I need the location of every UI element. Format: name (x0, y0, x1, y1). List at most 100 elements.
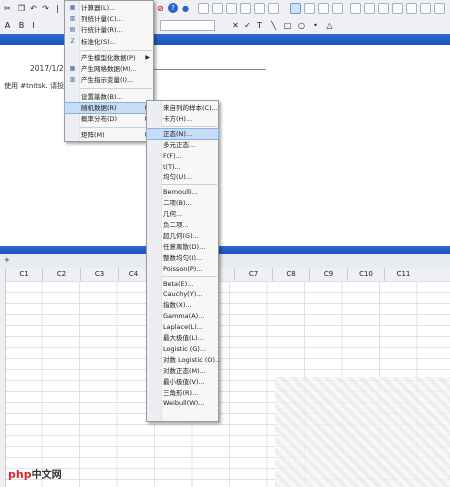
menu-item-label: Gamma(A)... (163, 312, 205, 321)
random-menu-item[interactable]: Weibull(W)... (147, 398, 218, 408)
session-date: 2017/1/2 (30, 64, 64, 73)
session-icon[interactable] (198, 3, 209, 14)
cut-icon[interactable]: ✂ (2, 3, 13, 14)
info-icon[interactable]: ● (180, 3, 191, 14)
italic-icon[interactable]: I (28, 20, 39, 31)
random-menu-item[interactable]: 几何... (147, 209, 218, 219)
watermark-suffix: 中文网 (31, 470, 62, 481)
random-menu-item[interactable]: Beta(E)... (147, 279, 218, 289)
menu-item-standardize[interactable]: Z 标准化(S)... (65, 37, 153, 47)
menu-item-label: 产生网格数据(M)... (81, 65, 137, 73)
layout-icon[interactable] (290, 3, 301, 14)
flag-icon[interactable] (406, 3, 417, 14)
random-menu-item[interactable]: 最大极值(L)... (147, 333, 218, 343)
menu-item-set-base[interactable]: 设置基数(B)... (65, 92, 153, 102)
random-menu-item[interactable]: 均匀(U)... (147, 172, 218, 182)
random-menu-item[interactable]: 对数正态(M)... (147, 366, 218, 376)
random-menu-item[interactable]: 整数均匀(I)... (147, 253, 218, 263)
menu-item-make-patterned-data[interactable]: 产生模型化数据(P) ▶ (65, 53, 153, 63)
menu-item-make-indicator[interactable]: ▥ 产生指示变量(I)... (65, 75, 153, 85)
menu-item-matrices[interactable]: 矩阵(M) ▶ (65, 130, 153, 140)
ellipse-tool-icon[interactable]: ○ (296, 20, 307, 31)
menu-item-label: Laplace(L)... (163, 323, 203, 332)
line-tool-icon[interactable]: ╲ (268, 20, 279, 31)
stop-icon[interactable]: ⊘ (155, 3, 166, 14)
rotate-icon[interactable] (378, 3, 389, 14)
random-menu-item[interactable]: 卡方(H)... (147, 114, 218, 124)
menu-item-random-data[interactable]: 随机数据(R) ▶ (64, 102, 154, 114)
graph-icon[interactable] (240, 3, 251, 14)
menu-item-make-mesh-data[interactable]: ▦ 产生网格数据(M)... (65, 64, 153, 74)
column-header-c1[interactable]: C1 (5, 268, 42, 281)
redo-icon[interactable]: ↷ (40, 3, 51, 14)
random-menu-item[interactable]: Cauchy(Y)... (147, 289, 218, 299)
random-menu-item[interactable]: t(T)... (147, 162, 218, 172)
random-menu-item[interactable]: 二项(B)... (147, 198, 218, 208)
random-menu-item[interactable]: 超几何(G)... (147, 231, 218, 241)
random-menu-item[interactable]: 多元正态... (147, 140, 218, 150)
command-combo[interactable] (160, 20, 215, 31)
menu-item-column-stats[interactable]: ▥ 列统计量(C)... (65, 14, 153, 24)
worksheet-titlebar[interactable] (0, 246, 450, 254)
menu-item-label: 矩阵(M) (81, 131, 105, 139)
column-header-c10[interactable]: C10 (347, 268, 384, 281)
random-menu-item[interactable]: 负二项... (147, 220, 218, 230)
column-header-c11[interactable]: C11 (384, 268, 422, 281)
help-icon[interactable]: ? (168, 3, 178, 13)
random-menu-item[interactable]: 对数 Logistic (O)... (147, 355, 222, 365)
history-icon[interactable] (254, 3, 265, 14)
random-menu-item[interactable]: Poisson(P)... (147, 264, 218, 274)
close-x-icon[interactable]: ✕ (230, 20, 241, 31)
rect-tool-icon[interactable]: □ (282, 20, 293, 31)
menu-item-label: 最大极值(L)... (163, 334, 204, 342)
edit-icon[interactable] (318, 3, 329, 14)
font-icon[interactable]: A (2, 20, 13, 31)
text-tool-icon[interactable]: T (254, 20, 265, 31)
menu-item-label: 超几何(G)... (163, 231, 199, 240)
random-menu-item[interactable]: F(F)... (147, 151, 218, 161)
menu-item-label: 对数 Logistic (O)... (163, 355, 222, 364)
project-icon[interactable] (226, 3, 237, 14)
undo-icon[interactable]: ↶ (28, 3, 39, 14)
column-header-c4[interactable]: C4 (118, 268, 148, 281)
menu-item-label: 产生指示变量(I)... (81, 76, 134, 84)
random-menu-item[interactable]: Logistic (G)... (147, 344, 218, 354)
column-header-c2[interactable]: C2 (42, 268, 80, 281)
random-menu-item[interactable]: Bernoulli... (147, 187, 218, 197)
zoom-icon[interactable] (332, 3, 343, 14)
random-menu-item[interactable]: 三角形(R)... (147, 388, 218, 398)
random-menu-item[interactable]: 正态(N)... (146, 127, 219, 140)
random-menu-item[interactable]: 指数(X)... (147, 300, 218, 310)
menu-separator (162, 275, 217, 277)
list-icon[interactable] (420, 3, 431, 14)
column-header-c8[interactable]: C8 (272, 268, 309, 281)
report-icon[interactable] (268, 3, 279, 14)
worksheet-icon[interactable] (212, 3, 223, 14)
random-menu-item[interactable]: 来自列的样本(C)... (147, 103, 218, 113)
random-menu-item[interactable]: 最小极值(V)... (147, 377, 218, 387)
menu-item-label: 几何... (163, 210, 183, 219)
column-header-c7[interactable]: C7 (234, 268, 272, 281)
bold-icon[interactable]: B (16, 20, 27, 31)
check-icon[interactable]: ✓ (242, 20, 253, 31)
polygon-tool-icon[interactable]: △ (324, 20, 335, 31)
random-menu-item[interactable]: Laplace(L)... (147, 322, 218, 332)
cmd-icon[interactable] (350, 3, 361, 14)
refresh-icon[interactable] (392, 3, 403, 14)
random-menu-item[interactable]: 任意离散(D)... (147, 242, 218, 252)
copy-icon[interactable]: ❐ (16, 3, 27, 14)
brush-icon[interactable] (304, 3, 315, 14)
menu-item-row-stats[interactable]: ▤ 行统计量(R)... (65, 25, 153, 35)
menu-item-probability-distributions[interactable]: 概率分布(D) ▶ (65, 114, 153, 124)
menu-item-label: 指数(X)... (163, 301, 192, 310)
column-header-c9[interactable]: C9 (309, 268, 347, 281)
row-label: + (4, 256, 10, 264)
menu-item-calculator[interactable]: ▦ 计算器(L)... (65, 3, 153, 13)
more-icon[interactable] (434, 3, 445, 14)
point-tool-icon[interactable]: • (310, 20, 321, 31)
menu-separator (80, 50, 152, 51)
menu-item-label: 最小极值(V)... (163, 377, 205, 386)
crosshair-icon[interactable] (364, 3, 375, 14)
random-menu-item[interactable]: Gamma(A)... (147, 311, 218, 321)
column-header-c3[interactable]: C3 (80, 268, 118, 281)
